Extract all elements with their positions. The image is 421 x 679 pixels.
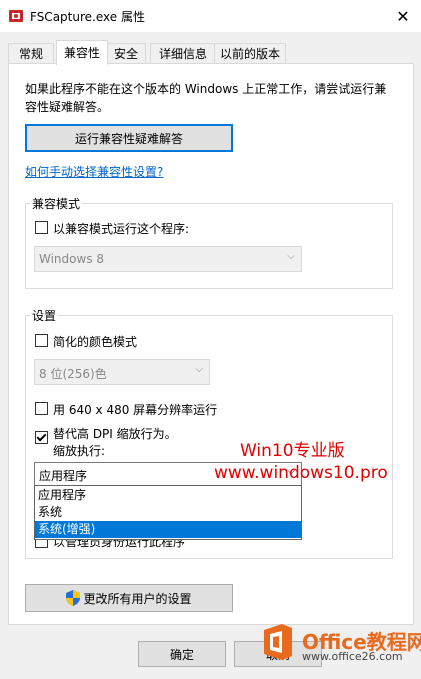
- ok-button[interactable]: 确定: [138, 641, 226, 667]
- manual-settings-link[interactable]: 如何手动选择兼容性设置?: [25, 163, 163, 180]
- chevron-down-icon: ⌵: [287, 251, 295, 262]
- color-depth-value: 8 位(256)色: [39, 367, 107, 381]
- compat-os-value: Windows 8: [39, 252, 105, 266]
- res640-label: 用 640 x 480 屏幕分辨率运行: [53, 403, 218, 417]
- uac-shield-icon: [66, 590, 81, 606]
- scaling-option-system[interactable]: 系统: [35, 504, 301, 521]
- reduced-color-checkbox[interactable]: [35, 334, 48, 347]
- run-troubleshooter-button[interactable]: 运行兼容性疑难解答: [25, 124, 233, 152]
- scaling-label: 缩放执行:: [53, 444, 106, 458]
- change-all-users-button[interactable]: 更改所有用户的设置: [25, 584, 233, 612]
- watermark-line-2: www.windows10.pro: [214, 463, 388, 483]
- dpi-override-label: 替代高 DPI 缩放行为。: [53, 427, 177, 441]
- window-title: FSCapture.exe 属性: [30, 10, 145, 24]
- reduced-color-label: 简化的颜色模式: [53, 335, 138, 349]
- compat-os-dropdown: Windows 8 ⌵: [34, 246, 302, 272]
- scaling-option-app[interactable]: 应用程序: [35, 487, 301, 504]
- scaling-options-list: 应用程序 系统 系统(增强): [34, 485, 302, 540]
- scaling-option-system-enhanced[interactable]: 系统(增强): [35, 521, 301, 538]
- title-bar: FSCapture.exe 属性 ✕: [0, 0, 421, 32]
- compat-mode-legend: 兼容模式: [30, 195, 83, 212]
- tab-general[interactable]: 常规: [8, 43, 54, 64]
- tab-compatibility[interactable]: 兼容性: [56, 40, 108, 65]
- office-logo-icon: [264, 624, 292, 660]
- res640-checkbox[interactable]: [35, 402, 48, 415]
- intro-line-1: 如果此程序不能在这个版本的 Windows 上正常工作，请尝试运行兼: [25, 82, 387, 96]
- app-icon: [9, 10, 23, 22]
- settings-legend: 设置: [30, 307, 59, 324]
- office-url-text: www.office26.com: [302, 650, 403, 663]
- intro-text: 如果此程序不能在这个版本的 Windows 上正常工作，请尝试运行兼 容性疑难解…: [25, 80, 395, 116]
- compat-mode-label: 以兼容模式运行这个程序:: [53, 222, 190, 236]
- watermark-line-1: Win10专业版: [240, 441, 345, 461]
- change-all-users-label: 更改所有用户的设置: [83, 591, 192, 606]
- tab-previous-versions[interactable]: 以前的版本: [214, 43, 286, 64]
- close-icon[interactable]: ✕: [386, 0, 420, 32]
- intro-line-2: 容性疑难解答。: [25, 100, 110, 114]
- dpi-override-checkbox[interactable]: [35, 431, 48, 444]
- compat-mode-checkbox[interactable]: [35, 221, 48, 234]
- tab-security[interactable]: 安全: [106, 43, 146, 64]
- scaling-value: 应用程序: [39, 469, 88, 483]
- tab-details[interactable]: 详细信息: [150, 43, 216, 64]
- properties-window: FSCapture.exe 属性 ✕ 常规 兼容性 安全 详细信息 以前的版本 …: [0, 0, 421, 679]
- color-depth-dropdown: 8 位(256)色 ⌵: [34, 359, 210, 385]
- chevron-down-icon: ⌵: [195, 364, 203, 375]
